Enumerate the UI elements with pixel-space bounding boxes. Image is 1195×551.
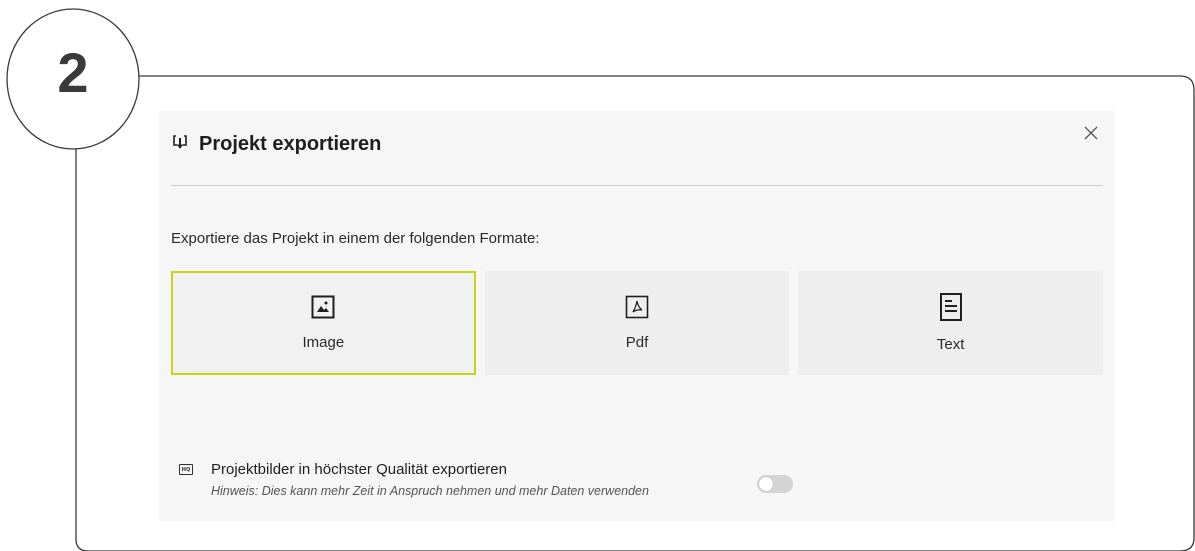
hq-option: HQ Projektbilder in höchster Qualität ex… <box>179 461 799 507</box>
text-document-icon <box>939 293 962 326</box>
format-option-pdf[interactable]: Pdf <box>484 271 790 375</box>
format-options: Image Pdf Text <box>171 271 1104 375</box>
dialog-header: Projekt exportieren <box>171 129 381 159</box>
hq-option-title: Projektbilder in höchster Qualität expor… <box>211 461 507 478</box>
toggle-knob <box>759 477 773 491</box>
header-divider <box>171 185 1103 186</box>
close-icon <box>1084 126 1098 140</box>
hq-option-hint: Hinweis: Dies kann mehr Zeit in Anspruch… <box>211 484 649 498</box>
export-dialog: Projekt exportieren Exportiere das Proje… <box>159 111 1115 521</box>
format-option-image[interactable]: Image <box>171 271 476 375</box>
format-label-image: Image <box>302 334 345 351</box>
format-option-text[interactable]: Text <box>798 271 1104 375</box>
hq-icon: HQ <box>179 464 193 475</box>
hq-toggle[interactable] <box>757 475 793 493</box>
format-prompt: Exportiere das Projekt in einem der folg… <box>171 230 540 247</box>
step-number: 2 <box>57 40 89 104</box>
export-icon <box>171 133 189 156</box>
pdf-icon <box>625 295 649 324</box>
dialog-title: Projekt exportieren <box>199 132 382 155</box>
close-button[interactable] <box>1079 121 1103 145</box>
image-icon <box>311 295 335 324</box>
format-label-pdf: Pdf <box>625 334 649 351</box>
format-label-text: Text <box>936 336 965 353</box>
